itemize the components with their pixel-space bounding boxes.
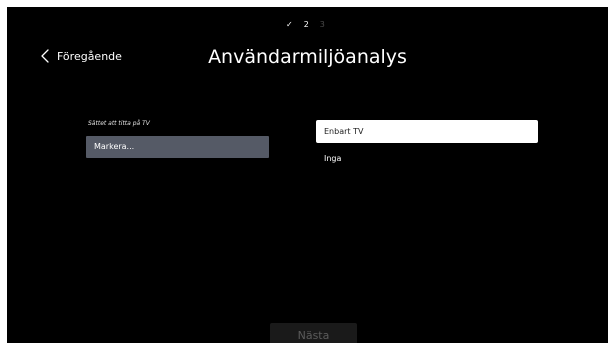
back-button[interactable]: Föregående <box>41 49 122 63</box>
page-title: Användarmiljöanalys <box>208 46 407 68</box>
chevron-left-icon <box>41 49 49 63</box>
viewing-method-label: Sättet att titta på TV <box>88 120 150 127</box>
step-1-done: ✓ <box>286 20 293 29</box>
option-none[interactable]: Inga <box>316 147 538 170</box>
back-label: Föregående <box>57 49 122 63</box>
step-indicator: ✓ 2 3 <box>286 20 325 30</box>
step-3-upcoming: 3 <box>319 20 325 29</box>
tv-setup-screen: ✓ 2 3 Föregående Användarmiljöanalys Sät… <box>7 7 608 343</box>
step-2-current: 2 <box>303 20 309 29</box>
viewing-method-select[interactable]: Markera... <box>86 136 269 158</box>
next-button[interactable]: Nästa <box>270 323 357 343</box>
option-tv-only[interactable]: Enbart TV <box>316 120 538 143</box>
